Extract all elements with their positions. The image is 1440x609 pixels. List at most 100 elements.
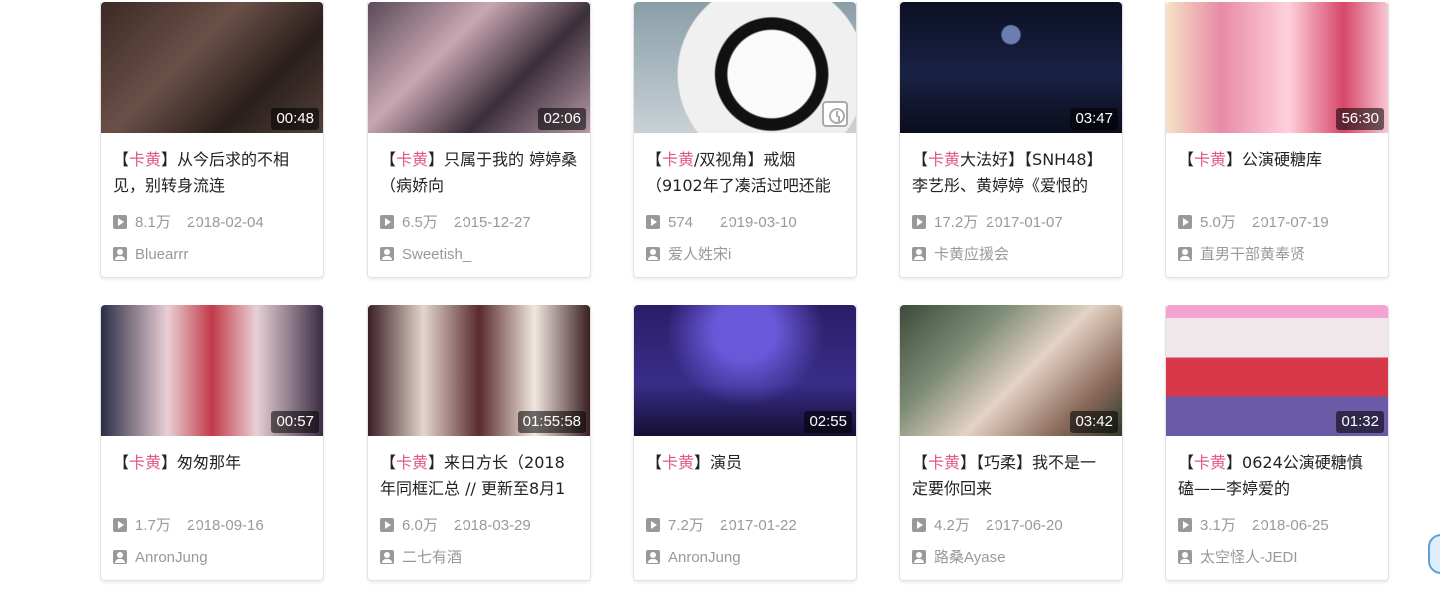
- author-link[interactable]: Sweetish_: [380, 245, 471, 265]
- video-thumbnail[interactable]: 00:48: [101, 2, 323, 133]
- video-card[interactable]: 01:55:58 【卡黄】来日方长（2018年同框汇总 // 更新至8月1日） …: [367, 305, 591, 581]
- upload-date: 2018-02-04: [187, 214, 264, 231]
- video-card[interactable]: 00:48 【卡黄】从今后求的不相见，别转身流连 8.1万 2018-02-04…: [100, 2, 324, 278]
- user-icon: [380, 550, 394, 564]
- video-thumbnail[interactable]: 02:55: [634, 305, 856, 436]
- upload-date: 2015-12-27: [454, 214, 531, 231]
- duration-badge: 02:06: [538, 108, 586, 130]
- video-title[interactable]: 【卡黄】只属于我的 婷婷桑（病娇向: [380, 147, 580, 201]
- duration-badge: 03:42: [1070, 411, 1118, 433]
- author-link[interactable]: 爱人姓宋i: [646, 245, 731, 265]
- tag-label: 卡黄: [928, 453, 961, 472]
- user-icon: [912, 247, 926, 261]
- user-icon: [113, 247, 127, 261]
- tag-label: 卡黄: [1194, 453, 1227, 472]
- video-card[interactable]: 00:57 【卡黄】匆匆那年 1.7万 2018-09-16 AnronJung: [100, 305, 324, 581]
- tag-label: 卡黄: [129, 453, 162, 472]
- author-link[interactable]: 太空怪人-JEDI: [1178, 548, 1298, 568]
- author-link[interactable]: AnronJung: [646, 548, 741, 568]
- play-icon: [912, 518, 926, 532]
- upload-date: 2017-07-19: [1252, 214, 1329, 231]
- tag-label: 卡黄: [1194, 150, 1227, 169]
- video-thumbnail[interactable]: 00:57: [101, 305, 323, 436]
- view-count: 8.1万: [113, 213, 171, 233]
- tag-label: 卡黄: [928, 150, 961, 169]
- author-link[interactable]: 直男干部黄奉贤: [1178, 245, 1305, 265]
- tag-label: 卡黄: [662, 150, 695, 169]
- view-count: 6.5万: [380, 213, 438, 233]
- duration-badge: 03:47: [1070, 108, 1118, 130]
- video-title[interactable]: 【卡黄】【巧柔】我不是一定要你回来: [912, 450, 1112, 504]
- video-thumbnail[interactable]: 56:30: [1166, 2, 1388, 133]
- upload-date: 2018-06-25: [1252, 517, 1329, 534]
- duration-badge: 01:55:58: [517, 411, 586, 433]
- user-icon: [113, 550, 127, 564]
- video-card[interactable]: 02:55 【卡黄】演员 7.2万 2017-01-22 AnronJung: [633, 305, 857, 581]
- video-card[interactable]: 02:06 【卡黄】只属于我的 婷婷桑（病娇向 6.5万 2015-12-27 …: [367, 2, 591, 278]
- view-count: 6.0万: [380, 516, 438, 536]
- duration-badge: 56:30: [1336, 108, 1384, 130]
- upload-date: 2017-06-20: [986, 517, 1063, 534]
- video-title[interactable]: 【卡黄】来日方长（2018年同框汇总 // 更新至8月1日）: [380, 450, 580, 504]
- video-card[interactable]: 01:32 【卡黄】0624公演硬糖慎磕——李婷爱的startdash！ 3.1…: [1165, 305, 1389, 581]
- tag-label: 卡黄: [396, 453, 429, 472]
- side-float-icon[interactable]: [1428, 534, 1440, 574]
- video-title[interactable]: 【卡黄】匆匆那年: [113, 450, 313, 504]
- play-icon: [646, 518, 660, 532]
- view-count: 7.2万: [646, 516, 704, 536]
- author-link[interactable]: AnronJung: [113, 548, 208, 568]
- video-title[interactable]: 【卡黄大法好】【SNH48】李艺彤、黄婷婷《爱恨的: [912, 147, 1112, 201]
- play-icon: [646, 215, 660, 229]
- video-thumbnail[interactable]: 01:32: [1166, 305, 1388, 436]
- video-title[interactable]: 【卡黄】演员: [646, 450, 846, 504]
- author-link[interactable]: 路桑Ayase: [912, 548, 1005, 568]
- view-count: 17.2万: [912, 213, 978, 233]
- view-count: 5.0万: [1178, 213, 1236, 233]
- play-icon: [113, 215, 127, 229]
- view-count: 574: [646, 213, 693, 233]
- user-icon: [1178, 550, 1192, 564]
- duration-badge: 02:55: [804, 411, 852, 433]
- video-card[interactable]: 03:47 【卡黄大法好】【SNH48】李艺彤、黄婷婷《爱恨的 17.2万 20…: [899, 2, 1123, 278]
- duration-badge: 00:48: [271, 108, 319, 130]
- upload-date: 2018-03-29: [454, 517, 531, 534]
- tag-label: 卡黄: [662, 453, 695, 472]
- video-title[interactable]: 【卡黄】0624公演硬糖慎磕——李婷爱的startdash！: [1178, 450, 1378, 504]
- tag-label: 卡黄: [396, 150, 429, 169]
- user-icon: [1178, 247, 1192, 261]
- video-title[interactable]: 【卡黄】公演硬糖库: [1178, 147, 1378, 201]
- duration-badge: 01:32: [1336, 411, 1384, 433]
- video-thumbnail[interactable]: 03:42: [900, 305, 1122, 436]
- upload-date: 2018-09-16: [187, 517, 264, 534]
- author-link[interactable]: 二七有酒: [380, 548, 462, 568]
- play-icon: [1178, 518, 1192, 532]
- duration-badge: 00:57: [271, 411, 319, 433]
- play-icon: [1178, 215, 1192, 229]
- video-card[interactable]: 【卡黄/双视角】戒烟（9102年了凑活过吧还能离 574 2019-03-10 …: [633, 2, 857, 278]
- user-icon: [646, 550, 660, 564]
- author-link[interactable]: Bluearrr: [113, 245, 188, 265]
- user-icon: [646, 247, 660, 261]
- video-title[interactable]: 【卡黄/双视角】戒烟（9102年了凑活过吧还能离: [646, 147, 846, 201]
- view-count: 1.7万: [113, 516, 171, 536]
- user-icon: [912, 550, 926, 564]
- tag-label: 卡黄: [129, 150, 162, 169]
- video-thumbnail[interactable]: 02:06: [368, 2, 590, 133]
- watch-later-icon[interactable]: [822, 101, 848, 127]
- play-icon: [380, 518, 394, 532]
- video-card[interactable]: 03:42 【卡黄】【巧柔】我不是一定要你回来 4.2万 2017-06-20 …: [899, 305, 1123, 581]
- user-icon: [380, 247, 394, 261]
- upload-date: 2017-01-22: [720, 517, 797, 534]
- video-title[interactable]: 【卡黄】从今后求的不相见，别转身流连: [113, 147, 313, 201]
- video-thumbnail[interactable]: [634, 2, 856, 133]
- upload-date: 2019-03-10: [720, 214, 797, 231]
- video-card[interactable]: 56:30 【卡黄】公演硬糖库 5.0万 2017-07-19 直男干部黄奉贤: [1165, 2, 1389, 278]
- play-icon: [113, 518, 127, 532]
- video-thumbnail[interactable]: 01:55:58: [368, 305, 590, 436]
- video-thumbnail[interactable]: 03:47: [900, 2, 1122, 133]
- play-icon: [380, 215, 394, 229]
- upload-date: 2017-01-07: [986, 214, 1063, 231]
- view-count: 4.2万: [912, 516, 970, 536]
- view-count: 3.1万: [1178, 516, 1236, 536]
- author-link[interactable]: 卡黄应援会: [912, 245, 1009, 265]
